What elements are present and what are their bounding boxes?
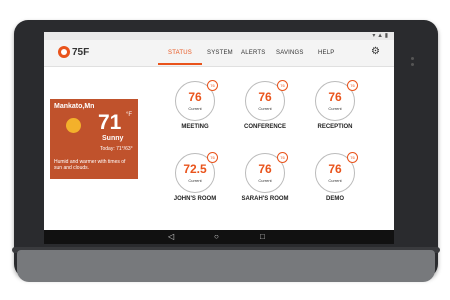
tab-help[interactable]: HELP [318,50,334,56]
sun-icon [66,118,81,133]
tab-savings[interactable]: SAVINGS [276,50,304,56]
android-status-bar: ▾ ▲ ▮ [44,32,394,40]
zone-card-reception[interactable]: 76 76 Current RECEPTION [300,80,370,141]
tablet-screen: ▾ ▲ ▮ 75F STATUS SYSTEM ALERTS SAVINGS H… [44,32,394,244]
zone-name: MEETING [181,124,209,130]
zone-temp-label: Current [258,106,272,111]
status-icons: ▾ ▲ ▮ [372,33,388,39]
zone-temp: 76 [258,162,272,176]
zone-card-johns-room[interactable]: 76 72.5 Current JOHN'S ROOM [160,152,230,213]
zone-temp-label: Current [328,178,342,183]
home-button[interactable]: ○ [214,232,219,242]
thermostat-dial[interactable]: 76 72.5 Current [175,152,218,193]
back-button[interactable]: ◁ [168,232,174,242]
thermostat-dial[interactable]: 76 76 Current [315,152,358,193]
weather-today: Today: 71°/63° [100,146,133,152]
android-nav-bar: ◁ ○ □ [44,230,394,244]
zone-name: SARAH'S ROOM [241,196,289,202]
zone-temp: 76 [258,90,272,104]
thermostat-dial[interactable]: 76 76 Current [245,152,288,193]
tab-status[interactable]: STATUS [168,50,192,56]
zone-name: JOHN'S ROOM [173,196,217,202]
zone-name: RECEPTION [317,124,353,130]
zone-card-conference[interactable]: 76 76 Current CONFERENCE [230,80,300,141]
tablet-stand [17,250,435,282]
tab-system[interactable]: SYSTEM [207,50,233,56]
weather-city: Mankato,Mn [54,103,95,110]
zone-temp-label: Current [188,106,202,111]
zone-card-sarahs-room[interactable]: 76 76 Current SARAH'S ROOM [230,152,300,213]
recents-button[interactable]: □ [260,232,265,242]
zone-temp: 76 [188,90,202,104]
logo: 75F [58,46,89,58]
tab-alerts[interactable]: ALERTS [241,50,265,56]
zone-name: DEMO [326,196,344,202]
weather-temp: 71 [98,111,122,134]
zone-temp-label: Current [328,106,342,111]
active-tab-indicator [158,63,202,65]
app-header: 75F STATUS SYSTEM ALERTS SAVINGS HELP ⚙ [44,40,394,67]
weather-condition: Sunny [102,135,124,142]
sensor-dot [411,63,414,66]
weather-card: Mankato,Mn 71 °F Sunny Today: 71°/63° Hu… [50,99,138,179]
zone-temp-label: Current [258,178,272,183]
sensor-dot [411,57,414,60]
thermostat-dial[interactable]: 76 76 Current [175,80,218,121]
thermostat-dial[interactable]: 76 76 Current [315,80,358,121]
weather-description: Humid and warmer with times of sun and c… [54,159,126,171]
zone-temp-label: Current [188,178,202,183]
thermostat-dial[interactable]: 76 76 Current [245,80,288,121]
zone-card-meeting[interactable]: 76 76 Current MEETING [160,80,230,141]
logo-text: 75F [72,46,90,58]
zone-temp: 76 [328,162,342,176]
zone-name: CONFERENCE [243,124,286,130]
zone-temp: 72.5 [183,162,207,176]
zone-temp: 76 [328,90,342,104]
weather-unit: °F [126,112,133,118]
logo-icon [58,46,70,58]
gear-icon[interactable]: ⚙ [371,46,380,57]
zone-card-demo[interactable]: 76 76 Current DEMO [300,152,370,213]
